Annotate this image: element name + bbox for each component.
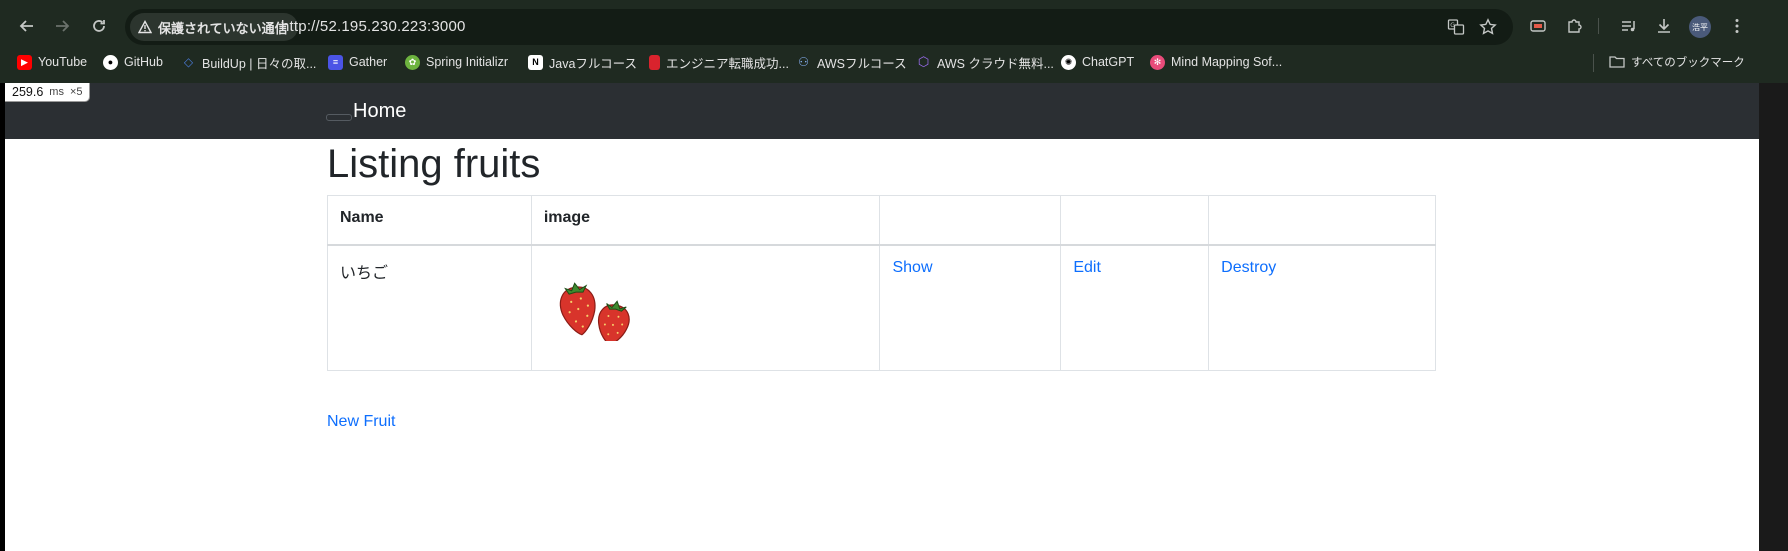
github-icon: ● — [103, 54, 118, 70]
warning-icon — [138, 20, 152, 34]
toolbar-divider — [1598, 18, 1599, 34]
all-bookmarks-button[interactable]: すべてのブックマーク — [1609, 52, 1745, 72]
bookmark-star-button[interactable] — [1476, 15, 1500, 39]
bookmark-aws-free[interactable]: ⬡ AWS クラウド無料... — [916, 52, 1054, 72]
table-row: いちご Show Edit Destroy — [327, 244, 1436, 371]
playlist-icon — [1622, 21, 1635, 32]
new-fruit-link[interactable]: New Fruit — [327, 413, 395, 431]
reload-button[interactable] — [85, 12, 113, 40]
perf-overlay: 259.6 ms ×5 — [5, 83, 90, 102]
bookmark-spring[interactable]: ✿ Spring Initializr — [405, 52, 508, 72]
fruit-name-cell: いちご — [327, 244, 532, 371]
header-edit — [1060, 195, 1210, 246]
extensions-button[interactable] — [1563, 14, 1587, 38]
arrow-right-icon — [56, 20, 70, 32]
window-edge — [1759, 83, 1788, 551]
bookmark-label: Gather — [349, 55, 388, 69]
bookmark-aws-course[interactable]: ⚇ AWSフルコース — [796, 52, 907, 72]
bookmark-separator — [1593, 54, 1594, 72]
show-link[interactable]: Show — [892, 259, 932, 276]
bookmark-gather[interactable]: ≡ Gather — [328, 52, 387, 72]
header-image: image — [530, 195, 881, 246]
strawberry-image — [556, 277, 636, 346]
fruit-image-cell — [530, 244, 881, 371]
reload-icon — [93, 20, 105, 32]
notion-icon: N — [528, 54, 543, 70]
navbar-brand-home[interactable]: Home — [353, 100, 406, 123]
youtube-icon: ▶ — [17, 54, 32, 70]
header-destroy — [1208, 195, 1436, 246]
bookmark-label: YouTube — [38, 55, 88, 69]
bookmark-label: ChatGPT — [1082, 55, 1135, 69]
puzzle-icon — [1568, 19, 1582, 33]
media-icon — [1530, 20, 1546, 32]
download-icon — [1658, 19, 1670, 33]
menu-button[interactable] — [1725, 14, 1749, 38]
translate-icon: G — [1447, 19, 1465, 35]
svg-text:G: G — [1450, 22, 1455, 29]
aws-cube-icon: ⬡ — [917, 54, 930, 69]
perf-multiplier: ×5 — [69, 86, 83, 98]
edit-cell: Edit — [1060, 244, 1210, 371]
folder-icon — [1609, 56, 1625, 68]
bookmark-label: Spring Initializr — [426, 55, 508, 69]
header-name: Name — [327, 195, 532, 246]
browser-chrome: 保護されていない通信 http://52.195.230.223:3000 G … — [0, 0, 1788, 83]
back-button[interactable] — [13, 12, 41, 40]
security-chip[interactable]: 保護されていない通信 — [130, 13, 298, 41]
all-bookmarks-label: すべてのブックマーク — [1631, 57, 1745, 69]
bookmark-label: AWSフルコース — [817, 56, 907, 71]
bookmark-label: GitHub — [124, 55, 163, 69]
bookmark-java[interactable]: N Javaフルコース — [528, 52, 637, 72]
bookmark-mindmap[interactable]: ✻ Mind Mapping Sof... — [1150, 52, 1282, 72]
cast-button[interactable] — [1526, 14, 1550, 38]
bookmark-engineer[interactable]: エンジニア転職成功... — [649, 52, 789, 72]
address-bar[interactable]: 保護されていない通信 http://52.195.230.223:3000 G — [125, 9, 1513, 45]
bookmark-label: エンジニア転職成功... — [666, 56, 789, 71]
header-show — [879, 195, 1062, 246]
downloads-button[interactable] — [1652, 14, 1676, 38]
table-header-row: Name image — [327, 195, 1436, 246]
arrow-left-icon — [19, 20, 33, 32]
page-title: Listing fruits — [327, 142, 541, 186]
page-viewport: 259.6 ms ×5 Home Listing fruits Name ima… — [5, 83, 1759, 551]
destroy-link[interactable]: Destroy — [1221, 259, 1276, 276]
bookmark-label: BuildUp | 日々の取... — [202, 56, 317, 71]
bookmark-github[interactable]: ● GitHub — [103, 52, 163, 72]
gather-icon: ≡ — [328, 54, 343, 70]
perf-value: 259.6 — [12, 85, 44, 99]
translate-button[interactable]: G — [1444, 15, 1468, 39]
url-text[interactable]: http://52.195.230.223:3000 — [281, 18, 466, 35]
bookmark-buildup[interactable]: ◇ BuildUp | 日々の取... — [181, 52, 317, 72]
chatgpt-icon: ✺ — [1061, 54, 1076, 70]
spring-icon: ✿ — [405, 54, 420, 70]
navbar-toggler[interactable] — [326, 114, 352, 121]
security-label: 保護されていない通信 — [158, 20, 288, 36]
profile-avatar[interactable]: 浩平 — [1689, 16, 1711, 38]
destroy-cell: Destroy — [1208, 244, 1436, 371]
browser-toolbar: 保護されていない通信 http://52.195.230.223:3000 G … — [0, 4, 1788, 46]
bookmark-youtube[interactable]: ▶ YouTube — [17, 52, 87, 72]
buildup-icon: ◇ — [183, 55, 194, 69]
bookmarks-bar: ▶ YouTube ● GitHub ◇ BuildUp | 日々の取... ≡… — [0, 50, 1788, 74]
show-cell: Show — [879, 244, 1062, 371]
bookmark-label: AWS クラウド無料... — [937, 56, 1054, 71]
bookmark-label: Javaフルコース — [549, 56, 638, 71]
bookmark-label: Mind Mapping Sof... — [1171, 55, 1283, 69]
more-vert-icon — [1735, 19, 1739, 33]
mindmap-icon: ✻ — [1150, 54, 1165, 70]
fruits-table: Name image いちご Show Edit Destroy — [327, 195, 1436, 371]
bookmark-chatgpt[interactable]: ✺ ChatGPT — [1061, 52, 1134, 72]
navbar: Home — [5, 83, 1759, 139]
perf-unit: ms — [49, 86, 64, 98]
edit-link[interactable]: Edit — [1073, 259, 1101, 276]
aws-people-icon: ⚇ — [798, 55, 809, 69]
star-icon — [1479, 18, 1497, 35]
bookmark-red-icon — [649, 54, 660, 70]
forward-button[interactable] — [48, 12, 76, 40]
reading-list-button[interactable] — [1617, 14, 1641, 38]
